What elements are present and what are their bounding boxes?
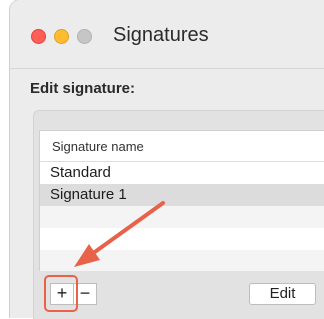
annotation-arrow: [74, 201, 165, 267]
